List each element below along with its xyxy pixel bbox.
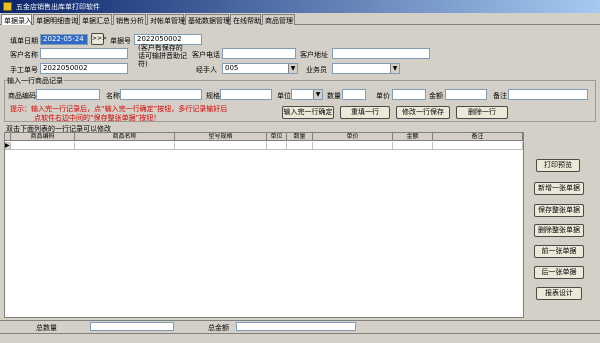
- price-label: 单价: [376, 92, 390, 100]
- delete-row-button[interactable]: 删除一行: [456, 106, 508, 119]
- salesman-select[interactable]: ▼: [332, 63, 400, 74]
- col-qty[interactable]: 数量: [287, 133, 313, 141]
- date-picker-button[interactable]: >>>: [91, 33, 107, 45]
- name-field[interactable]: [120, 89, 202, 100]
- table-row[interactable]: ▶: [5, 142, 523, 150]
- items-grid[interactable]: 商品编码 商品名称 型号规格 单位 数量 单价 金额 备注 ▶: [4, 132, 524, 318]
- amount-field[interactable]: [445, 89, 487, 100]
- handler-value: 005: [225, 64, 239, 72]
- chevron-down-icon: ▼: [288, 64, 297, 73]
- tab-doc-summary[interactable]: 单据汇总: [79, 14, 112, 25]
- total-amount-label: 总金额: [208, 324, 229, 332]
- cell-note[interactable]: [433, 142, 523, 150]
- modify-save-row-button[interactable]: 修改一行保存: [396, 106, 450, 119]
- tab-sales-analysis[interactable]: 销售分析: [113, 14, 146, 25]
- manual-no-field[interactable]: 2022050002: [40, 63, 128, 74]
- col-amount[interactable]: 金额: [393, 133, 433, 141]
- delete-doc-button[interactable]: 删除整张单据: [534, 224, 584, 237]
- doc-no-label: 单据号: [110, 37, 131, 45]
- col-unit[interactable]: 单位: [267, 133, 287, 141]
- menu-tabs: 单据录入 单据明细查询 单据汇总 销售分析 对帐单管理 基础数据管理 在线帮助 …: [0, 14, 600, 25]
- tab-product-management[interactable]: 商品管理: [262, 14, 295, 25]
- entry-group-title: 输入一行商品记录: [6, 76, 64, 86]
- qty-label: 数量: [327, 92, 341, 100]
- customer-address-label: 客户地址: [300, 51, 328, 59]
- col-product-code[interactable]: 商品编码: [11, 133, 75, 141]
- grid-header: 商品编码 商品名称 型号规格 单位 数量 单价 金额 备注: [5, 133, 523, 141]
- unit-select[interactable]: ▼: [291, 89, 323, 100]
- total-amount-field: [236, 322, 356, 331]
- total-qty-field: [90, 322, 174, 331]
- customer-phone-label: 客户电话: [192, 51, 220, 59]
- next-doc-button[interactable]: 后一张单据: [534, 266, 584, 279]
- spec-field[interactable]: [220, 89, 272, 100]
- tab-doc-detail-query[interactable]: 单据明细查询: [33, 14, 78, 25]
- refill-row-button[interactable]: 重填一行: [340, 106, 390, 119]
- name-label: 名称: [106, 92, 120, 100]
- report-design-button[interactable]: 报表设计: [536, 287, 582, 300]
- print-preview-button[interactable]: 打印预览: [536, 159, 580, 172]
- hint-line-2: 点软件右边中间的“保存整张单据”按钮！: [34, 114, 161, 122]
- col-product-name[interactable]: 商品名称: [75, 133, 175, 141]
- window-title: 五金店销售出库单打印软件: [16, 3, 100, 11]
- amount-label: 金额: [429, 92, 443, 100]
- confirm-row-button[interactable]: 输入完一行确定: [282, 106, 334, 119]
- tab-doc-entry[interactable]: 单据录入: [1, 14, 32, 25]
- customer-name-label: 客户名称: [10, 51, 38, 59]
- customer-address-field[interactable]: [332, 48, 430, 59]
- cell-product-code[interactable]: [11, 142, 75, 150]
- chevron-down-icon: ▼: [313, 90, 322, 99]
- code-field[interactable]: [36, 89, 100, 100]
- qty-field[interactable]: [342, 89, 366, 100]
- note-label: 备注: [493, 92, 507, 100]
- cell-amount[interactable]: [393, 142, 433, 150]
- tab-online-help[interactable]: 在线帮助: [230, 14, 261, 25]
- new-doc-button[interactable]: 新增一张单据: [534, 182, 584, 195]
- tab-basic-data-management[interactable]: 基础数据管理: [185, 14, 230, 25]
- spec-label: 规格: [206, 92, 220, 100]
- cell-model-spec[interactable]: [175, 142, 267, 150]
- chevron-down-icon: ▼: [390, 64, 399, 73]
- customer-name-field[interactable]: [40, 48, 128, 59]
- footer-bar: 总数量 总金额: [0, 320, 600, 342]
- cell-product-name[interactable]: [75, 142, 175, 150]
- salesman-label: 业务员: [306, 66, 327, 74]
- tab-statement-management[interactable]: 对帐单管理: [147, 14, 185, 25]
- save-doc-button[interactable]: 保存整张单据: [534, 204, 584, 217]
- app-icon: [3, 2, 12, 11]
- col-price[interactable]: 单价: [313, 133, 393, 141]
- title-bar: 五金店销售出库单打印软件: [0, 0, 600, 13]
- cell-qty[interactable]: [287, 142, 313, 150]
- handler-select[interactable]: 005 ▼: [222, 63, 298, 74]
- price-field[interactable]: [392, 89, 426, 100]
- prev-doc-button[interactable]: 前一张单据: [534, 245, 584, 258]
- customer-phone-field[interactable]: [222, 48, 296, 59]
- total-qty-label: 总数量: [36, 324, 57, 332]
- cell-price[interactable]: [313, 142, 393, 150]
- unit-label: 单位: [277, 92, 291, 100]
- note-field[interactable]: [508, 89, 588, 100]
- col-note[interactable]: 备注: [433, 133, 523, 141]
- code-label: 商品编码: [8, 92, 36, 100]
- customer-note: (客户有保存的话可输拼音助记符): [138, 44, 187, 68]
- handler-label: 经手人: [196, 66, 217, 74]
- col-model-spec[interactable]: 型号规格: [175, 133, 267, 141]
- fill-date-field[interactable]: 2022-05-24: [40, 34, 88, 45]
- fill-date-label: 填单日期: [10, 37, 38, 45]
- cell-unit[interactable]: [267, 142, 287, 150]
- manual-no-label: 手工单号: [10, 66, 38, 74]
